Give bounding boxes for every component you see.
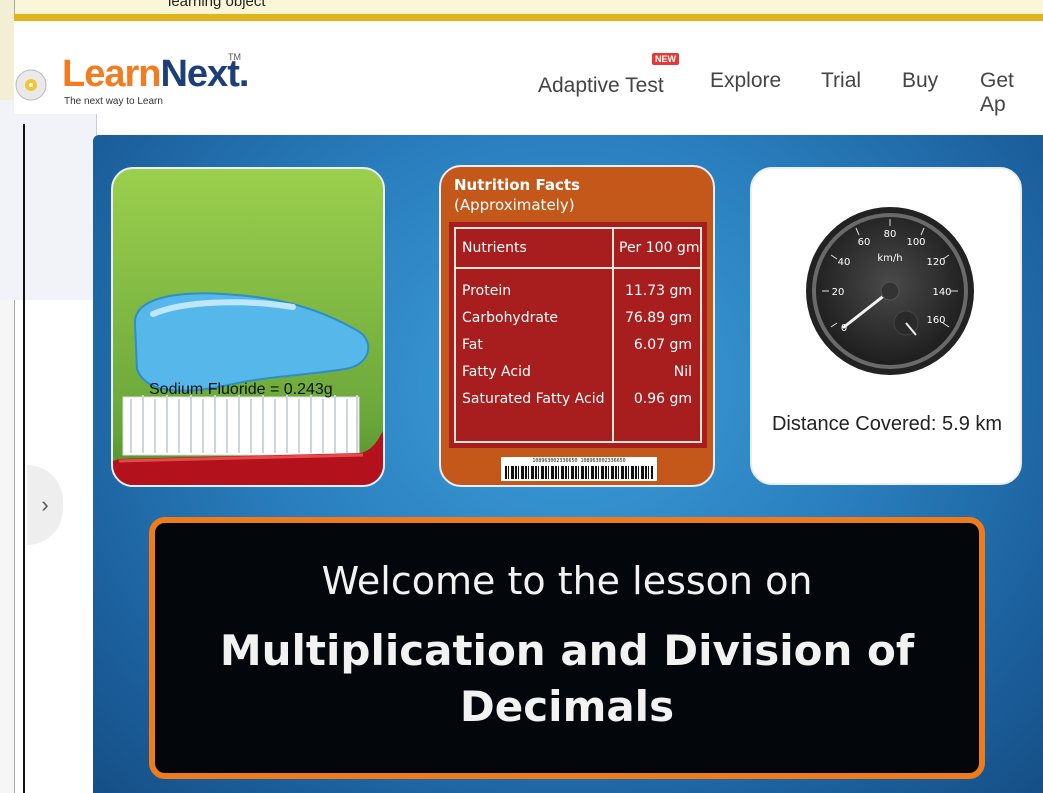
nav-get-app[interactable]: Get Ap	[980, 69, 1043, 117]
barcode: 108963002336650 108963002336650	[501, 457, 657, 481]
welcome-banner: Welcome to the lesson on Multiplication …	[149, 517, 985, 779]
lesson-title-line1: Multiplication and Division of	[219, 626, 915, 675]
tick-label: 60	[858, 237, 871, 248]
sodium-fluoride-label: Sodium Fluoride = 0.243g	[149, 381, 333, 398]
nutrition-table-header: Nutrients Per 100 gm	[456, 229, 700, 269]
logo-disc-icon	[15, 69, 47, 101]
logo-tagline: The next way to Learn	[64, 96, 163, 107]
nav-trial[interactable]: Trial	[821, 69, 861, 93]
header-per-100gm: Per 100 gm	[619, 240, 700, 256]
background-window-panel	[0, 100, 97, 300]
tick-label: 20	[832, 287, 845, 298]
toothbrush-illustration	[113, 292, 383, 485]
nutrition-title: Nutrition Facts (Approximately)	[454, 175, 580, 215]
distance-covered: Distance Covered: 5.9 km	[771, 413, 1003, 435]
nutrient-name: Fatty Acid	[462, 364, 531, 380]
nutrient-name: Fat	[462, 337, 483, 353]
speedometer-card: 0 20 40 60 80 100 120 140 160 km/h Dista…	[750, 167, 1022, 485]
window-top-border	[14, 14, 1043, 21]
background-window-titlebar: learning object	[0, 0, 1043, 15]
lesson-title: Multiplication and Division of Decimals	[155, 623, 979, 735]
nav-explore[interactable]: Explore	[710, 69, 781, 93]
lesson-title-line2: Decimals	[459, 682, 675, 731]
speedometer-gauge-icon: 0 20 40 60 80 100 120 140 160 km/h	[806, 207, 974, 375]
nutrient-value: 0.96 gm	[633, 391, 692, 407]
nutrient-value: Nil	[673, 364, 692, 380]
tick-label: 160	[926, 315, 945, 326]
nutrition-table: Nutrients Per 100 gm Protein 11.73 gm Ca…	[454, 227, 702, 443]
nutrition-table-divider	[612, 229, 614, 441]
speed-unit: km/h	[877, 253, 902, 264]
nutrient-value: 76.89 gm	[624, 310, 692, 326]
tick-label: 80	[884, 229, 897, 240]
nutrition-title-line2: (Approximately)	[454, 196, 575, 214]
nutrition-title-line1: Nutrition Facts	[454, 176, 580, 194]
header-nutrients: Nutrients	[462, 240, 527, 256]
nav-adaptive-test[interactable]: Adaptive Test	[538, 74, 664, 98]
site-header: LearnNext. TM The next way to Learn NEW …	[14, 21, 1043, 117]
new-badge: NEW	[652, 53, 679, 65]
welcome-intro: Welcome to the lesson on	[321, 559, 813, 603]
nutrition-table-panel: Nutrients Per 100 gm Protein 11.73 gm Ca…	[449, 222, 707, 448]
background-window-lower	[0, 300, 14, 793]
barcode-number: 108963002336650 108963002336650	[532, 458, 626, 464]
logo[interactable]: LearnNext.	[62, 53, 249, 95]
logo-learn: Learn	[62, 53, 161, 95]
tick-label: 120	[926, 257, 945, 268]
nutrient-name: Saturated Fatty Acid	[462, 391, 605, 407]
nutrient-value: 11.73 gm	[624, 283, 692, 299]
nutrient-name: Protein	[462, 283, 512, 299]
tick-label: 140	[932, 287, 951, 298]
chevron-right-icon: ›	[41, 492, 49, 517]
logo-trademark: TM	[228, 52, 241, 62]
barcode-bars	[505, 466, 653, 479]
nutrient-value: 6.07 gm	[633, 337, 692, 353]
toothpaste-card: Sodium Fluoride = 0.243g	[111, 167, 385, 487]
nutrient-name: Carbohydrate	[462, 310, 559, 326]
content-border	[23, 124, 25, 793]
tick-label: 100	[906, 237, 925, 248]
background-window-title: learning object	[168, 0, 266, 10]
nav-buy[interactable]: Buy	[902, 69, 938, 93]
lesson-video-panel[interactable]: Sodium Fluoride = 0.243g Nutrition Facts…	[93, 135, 1043, 793]
nutrition-facts-card: Nutrition Facts (Approximately) Nutrient…	[439, 165, 715, 487]
carousel-next-button[interactable]: ›	[27, 465, 63, 545]
tick-label: 40	[838, 257, 851, 268]
